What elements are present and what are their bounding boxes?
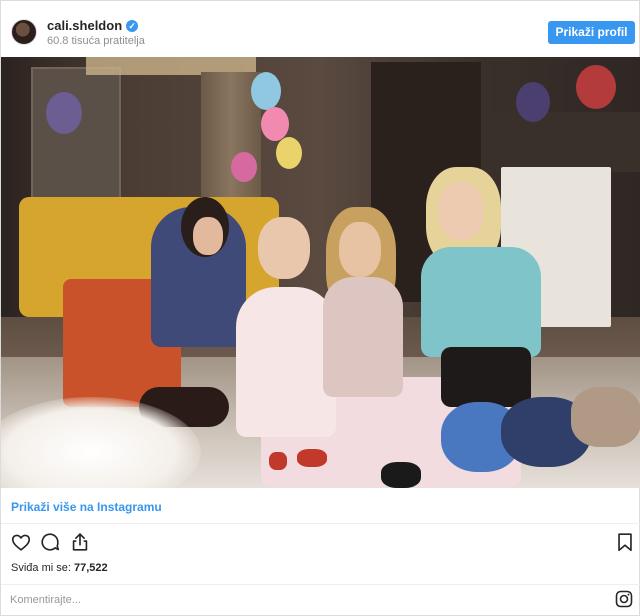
divider <box>1 523 640 524</box>
username[interactable]: cali.sheldon ✓ <box>47 18 139 33</box>
like-count: Sviđa mi se: 77,522 <box>11 562 108 574</box>
instagram-icon[interactable] <box>614 589 634 609</box>
post-photo[interactable] <box>1 57 640 488</box>
bookmark-icon[interactable] <box>614 531 636 553</box>
instagram-embed: cali.sheldon ✓ 60.8 tisuća pratitelja Pri… <box>0 0 640 616</box>
likes-number: 77,522 <box>73 562 108 574</box>
heart-icon[interactable] <box>10 531 32 553</box>
comment-icon[interactable] <box>39 531 61 553</box>
view-more-on-instagram-link[interactable]: Prikaži više na Instagramu <box>11 500 162 514</box>
likes-label: Sviđa mi se: <box>11 562 71 574</box>
post-header: cali.sheldon ✓ 60.8 tisuća pratitelja Pri… <box>1 1 640 57</box>
comment-input[interactable] <box>10 591 570 609</box>
username-text[interactable]: cali.sheldon <box>47 18 122 33</box>
avatar[interactable] <box>11 19 37 45</box>
divider <box>1 584 640 585</box>
verified-badge-icon: ✓ <box>126 20 139 32</box>
action-bar <box>1 529 640 555</box>
view-profile-button[interactable]: Prikaži profil <box>548 21 635 44</box>
follower-count: 60.8 tisuća pratitelja <box>47 35 145 47</box>
share-icon[interactable] <box>69 531 91 553</box>
